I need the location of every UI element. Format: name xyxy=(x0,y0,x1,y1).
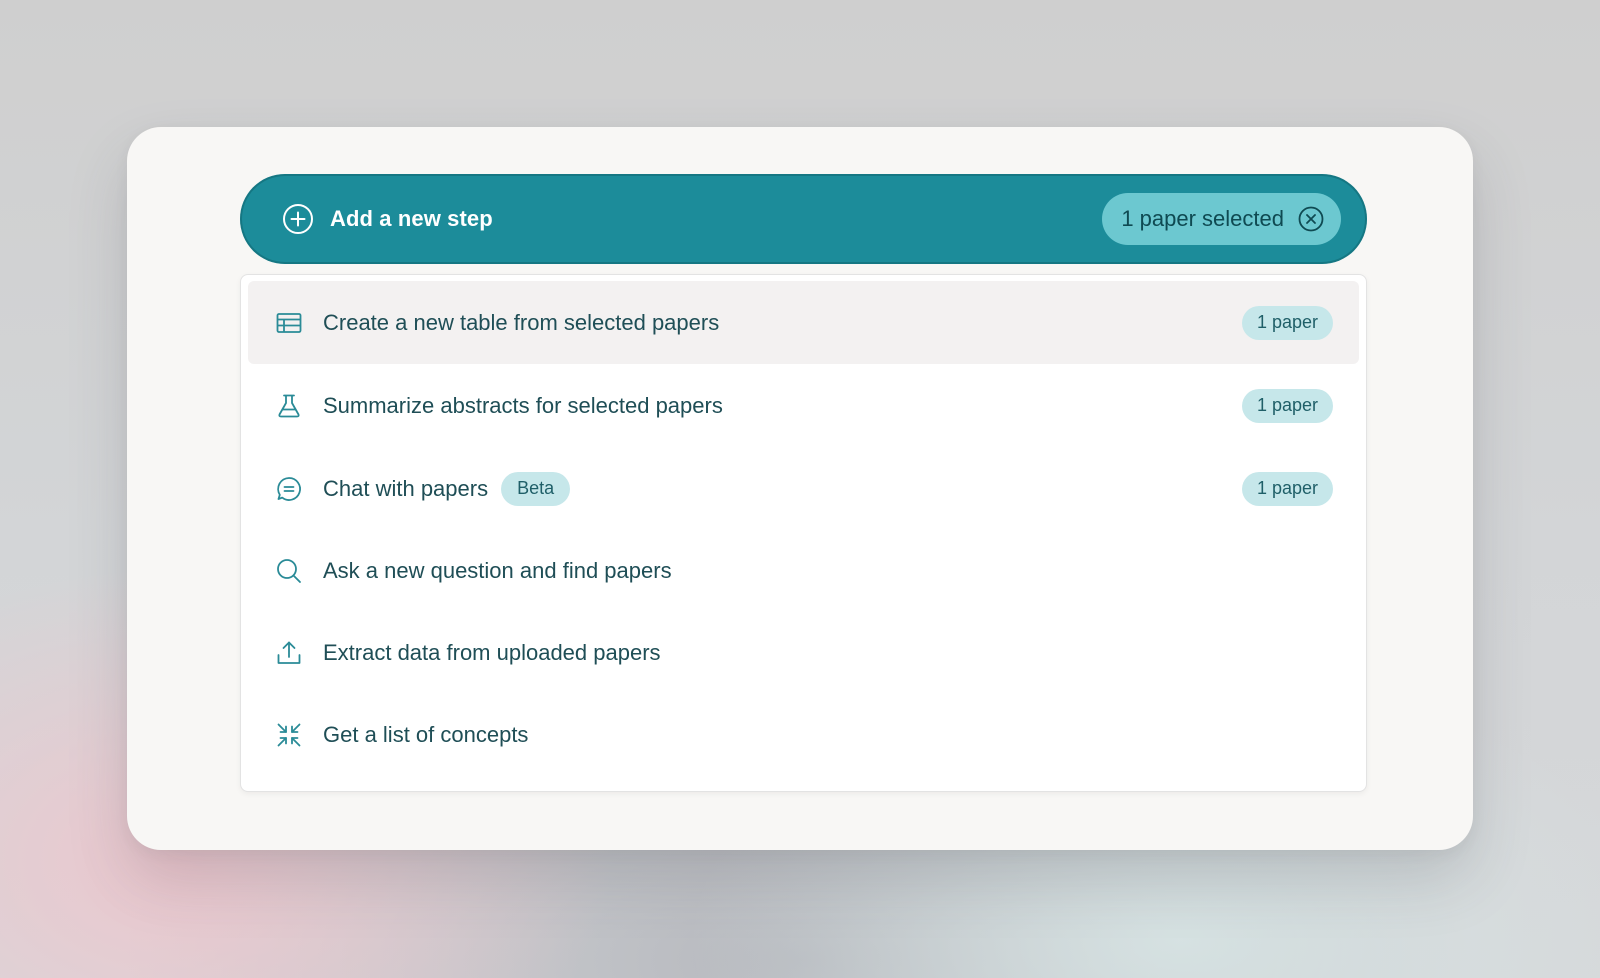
paper-selected-label: 1 paper selected xyxy=(1121,206,1284,231)
menu-item-extract-data[interactable]: Extract data from uploaded papers xyxy=(248,612,1359,694)
header-title: Add a new step xyxy=(330,206,493,231)
table-icon xyxy=(275,309,303,337)
menu-item-label: Create a new table from selected papers xyxy=(323,309,720,335)
flask-icon xyxy=(275,392,303,420)
menu-item-label: Ask a new question and find papers xyxy=(323,558,672,583)
plus-circle-icon xyxy=(282,203,314,235)
beta-badge: Beta xyxy=(501,471,571,506)
menu-item-label: Summarize abstracts for selected papers xyxy=(323,392,723,418)
search-icon xyxy=(275,557,303,585)
menu-item-create-table[interactable]: Create a new table from selected papers … xyxy=(248,281,1359,364)
paper-count-badge: 1 paper xyxy=(1241,388,1333,423)
upload-icon xyxy=(275,639,303,667)
menu-item-chat-with-papers[interactable]: Chat with papers Beta 1 paper xyxy=(248,447,1359,530)
close-circle-icon[interactable] xyxy=(1297,205,1325,233)
add-step-card: Add a new step 1 paper selected Create a… xyxy=(127,127,1473,850)
menu-item-label: Extract data from uploaded papers xyxy=(323,640,661,665)
menu-item-list-concepts[interactable]: Get a list of concepts xyxy=(248,694,1359,776)
chat-bubble-icon xyxy=(275,475,303,503)
compress-arrows-icon xyxy=(275,721,303,749)
step-options-menu: Create a new table from selected papers … xyxy=(240,274,1367,792)
menu-item-label: Get a list of concepts xyxy=(323,722,529,747)
paper-count-badge: 1 paper xyxy=(1241,305,1333,340)
menu-item-summarize-abstracts[interactable]: Summarize abstracts for selected papers … xyxy=(248,364,1359,447)
menu-item-ask-question[interactable]: Ask a new question and find papers xyxy=(248,530,1359,612)
menu-item-label: Chat with papers xyxy=(323,475,489,501)
paper-selected-chip: 1 paper selected xyxy=(1102,193,1341,245)
add-step-header[interactable]: Add a new step 1 paper selected xyxy=(240,174,1367,264)
paper-count-badge: 1 paper xyxy=(1241,471,1333,506)
